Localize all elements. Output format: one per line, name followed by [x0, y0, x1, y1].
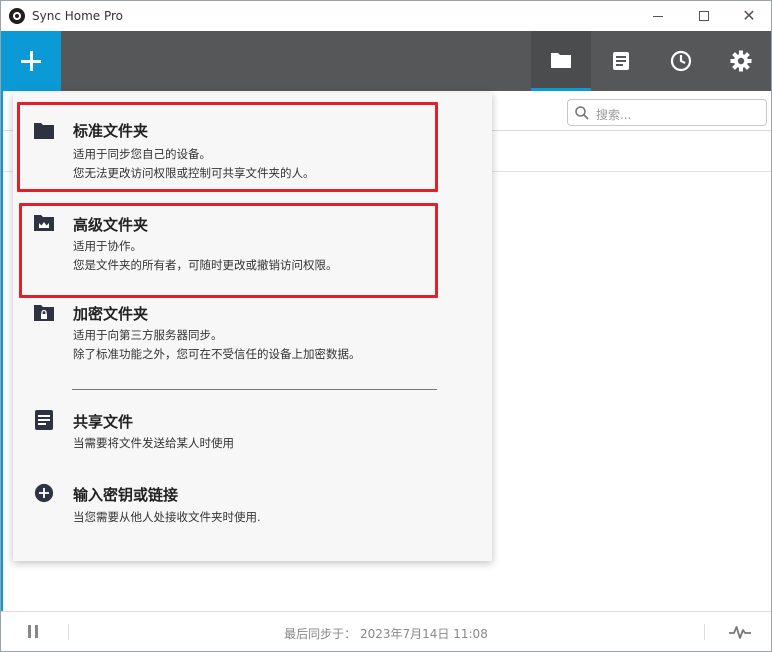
- title-bar: Sync Home Pro ✕: [1, 1, 771, 31]
- status-bar: 最后同步于： 2023年7月14日 11:08: [1, 611, 771, 651]
- search-icon: [575, 106, 589, 120]
- search-input[interactable]: 搜索...: [567, 99, 767, 126]
- app-logo-icon: [9, 8, 25, 24]
- menu-item-desc: 当需要将文件发送给某人时使用: [73, 436, 234, 450]
- tab-files[interactable]: [591, 31, 651, 91]
- add-folder-button[interactable]: [1, 31, 61, 91]
- menu-item-desc: 除了标准功能之外，您可在不受信任的设备上加密数据。: [73, 347, 361, 361]
- activity-icon[interactable]: [728, 623, 752, 641]
- main-toolbar: [1, 31, 771, 91]
- menu-item-encrypted-folder[interactable]: 加密文件夹 适用于向第三方服务器同步。 除了标准功能之外，您可在不受信任的设备上…: [13, 293, 492, 378]
- highlight-box: [17, 102, 438, 192]
- file-list-icon: [613, 52, 629, 70]
- minimize-icon: [653, 15, 663, 17]
- last-sync-text: 最后同步于： 2023年7月14日 11:08: [284, 627, 488, 641]
- add-circle-icon: [34, 483, 54, 503]
- menu-divider: [72, 389, 437, 390]
- plus-icon-bar: [21, 60, 41, 63]
- search-placeholder: 搜索...: [596, 108, 632, 122]
- menu-item-share-file[interactable]: 共享文件 当需要将文件发送给某人时使用: [13, 398, 492, 463]
- maximize-button[interactable]: [681, 1, 727, 31]
- menu-item-desc: 当您需要从他人处接收文件夹时使用.: [73, 510, 261, 524]
- app-title: Sync Home Pro: [32, 9, 124, 23]
- folder-icon: [551, 52, 571, 68]
- lock-folder-icon: [34, 305, 54, 321]
- tab-settings[interactable]: [711, 31, 771, 91]
- menu-item-title: 输入密钥或链接: [73, 486, 179, 504]
- menu-item-desc: 适用于向第三方服务器同步。: [73, 328, 223, 342]
- window-edge-accent: [1, 91, 3, 611]
- menu-item-title: 加密文件夹: [73, 305, 149, 323]
- highlight-box: [19, 203, 438, 298]
- gear-icon: [730, 50, 752, 72]
- tab-history[interactable]: [651, 31, 711, 91]
- minimize-button[interactable]: [635, 1, 681, 31]
- clock-icon: [670, 50, 692, 72]
- menu-item-title: 共享文件: [73, 413, 134, 431]
- maximize-icon: [699, 11, 709, 21]
- divider: [704, 624, 705, 640]
- tab-folders[interactable]: [531, 31, 591, 91]
- close-button[interactable]: ✕: [726, 1, 772, 31]
- menu-item-enter-key-or-link[interactable]: 输入密钥或链接 当您需要从他人处接收文件夹时使用.: [13, 471, 492, 541]
- add-folder-menu: 标准文件夹 适用于同步您自己的设备。 您无法更改访问权限或控制可共享文件夹的人。…: [13, 93, 492, 561]
- close-icon: ✕: [742, 6, 756, 25]
- document-icon: [35, 410, 53, 430]
